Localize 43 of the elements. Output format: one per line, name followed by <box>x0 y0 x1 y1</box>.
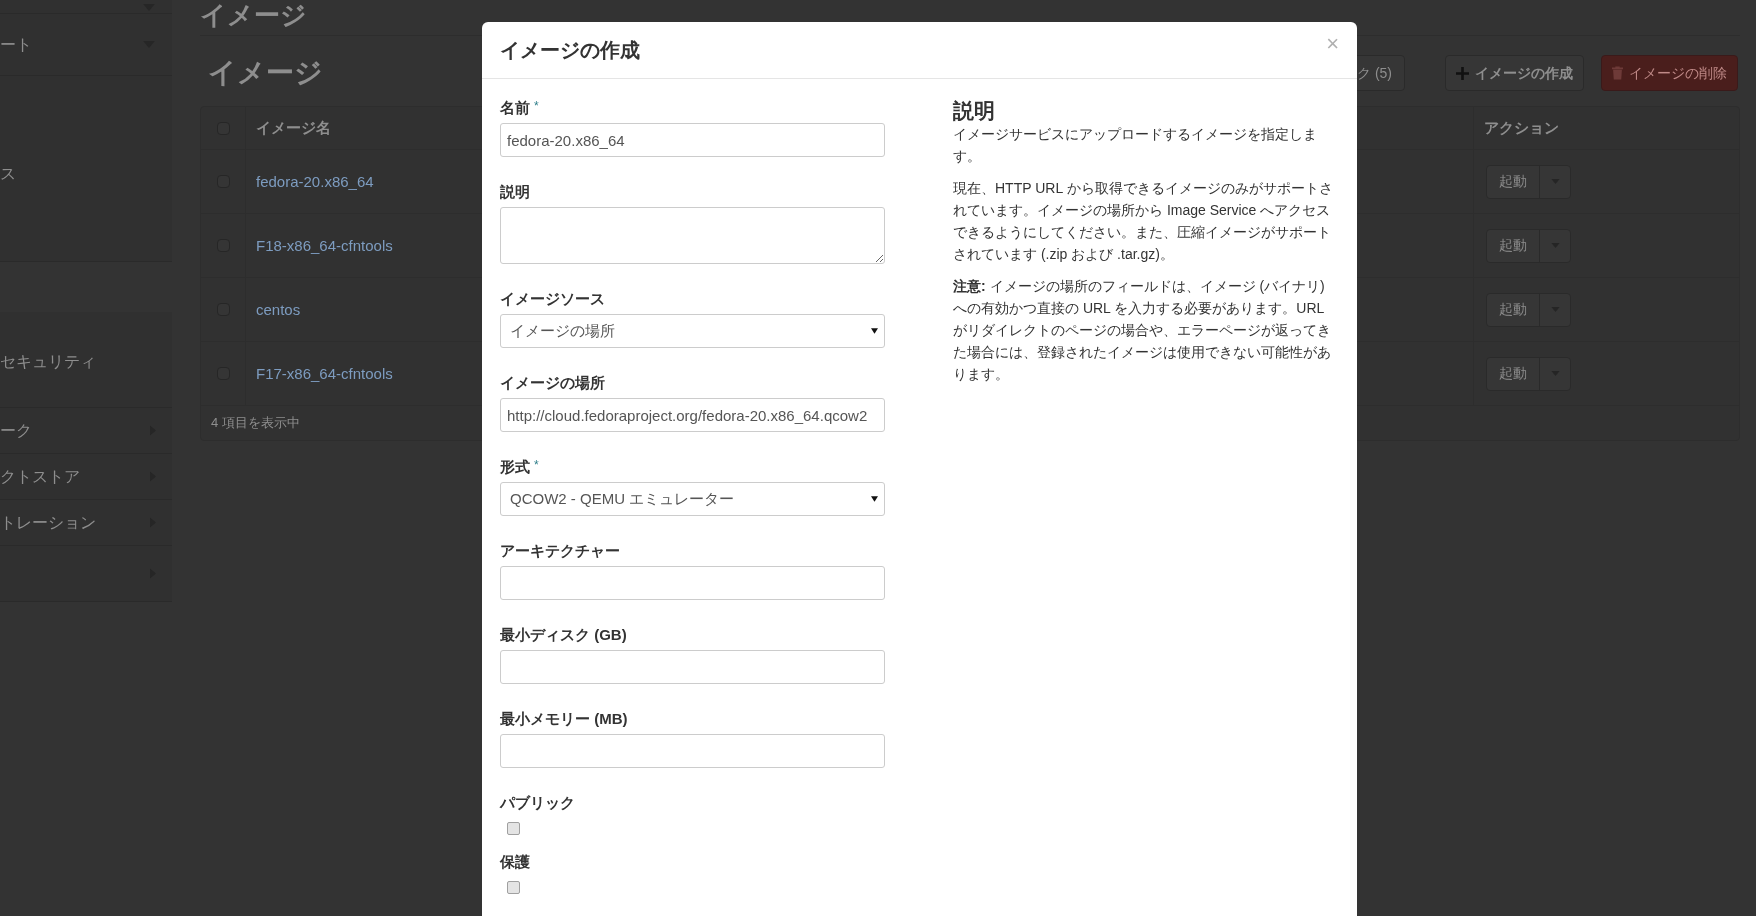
required-asterisk: * <box>534 98 539 115</box>
image-name-link[interactable]: F18-x86_64-cfntools <box>256 236 393 254</box>
field-label: 最小メモリー (MB) <box>500 709 628 729</box>
close-button[interactable]: × <box>1326 33 1339 55</box>
field-label: アーキテクチャー <box>500 541 620 561</box>
field-label: イメージの場所 <box>500 373 605 393</box>
section-heading: イメージ <box>208 56 323 90</box>
checkbox[interactable] <box>507 881 520 894</box>
field-label: イメージソース <box>500 289 605 309</box>
field-label: 説明 <box>500 182 530 202</box>
create-image-button[interactable]: イメージの作成 <box>1445 55 1584 91</box>
textarea-field[interactable] <box>500 207 885 264</box>
field-label: 形式 <box>500 457 530 477</box>
checkbox[interactable] <box>507 822 520 835</box>
field-label: パブリック <box>500 793 575 813</box>
input-field[interactable]: http://cloud.fedoraproject.org/fedora-20.x86_64.qcow2 <box>500 398 885 432</box>
plus-icon <box>1456 66 1469 80</box>
input-field[interactable] <box>500 734 885 768</box>
help-paragraph: イメージサービスにアップロードするイメージを指定します。 <box>953 125 1318 166</box>
delete-image-button[interactable]: イメージの削除 <box>1601 55 1738 91</box>
help-paragraph: 注意: イメージの場所のフィールドは、イメージ (バイナリ) への有効かつ直接の URL を入力する必要があります。URL がリダイレクトのページの場合や、エラーページが返ってきた場合には、登録されたイメージは使用できない可能性があります。 <box>953 277 1332 384</box>
select-field[interactable]: QCOW2 - QEMU エミュレーター <box>500 482 885 516</box>
trash-icon <box>1612 66 1623 80</box>
caret-down-icon <box>871 496 878 502</box>
column-header: イメージ名 <box>256 119 331 136</box>
page-title: イメージ <box>200 0 307 30</box>
required-asterisk: * <box>534 457 539 474</box>
modal-title: イメージの作成 <box>500 38 640 63</box>
help-heading: 説明 <box>953 99 996 123</box>
field-label: 最小ディスク (GB) <box>500 625 627 645</box>
image-name-link[interactable]: F17-x86_64-cfntools <box>256 364 393 382</box>
field-label: 名前 <box>500 98 530 118</box>
caret-down-icon <box>871 328 878 334</box>
input-field[interactable] <box>500 650 885 684</box>
image-name-link[interactable]: centos <box>256 300 301 318</box>
image-name-link[interactable]: fedora-20.x86_64 <box>256 172 374 190</box>
field-label: 保護 <box>500 852 530 872</box>
select-field[interactable]: イメージの場所 <box>500 314 885 348</box>
help-paragraph: 現在、HTTP URL から取得できるイメージのみがサポートされています。イメージの場所から Image Service へアクセスできるようにしてください。また、圧縮イメージがサポートされています (.zip および .tar.gz)。 <box>953 179 1334 264</box>
column-header: アクション <box>1484 117 1559 138</box>
item-count: 4 項目を表示中 <box>211 414 300 433</box>
input-field[interactable] <box>500 566 885 600</box>
input-field[interactable]: fedora-20.x86_64 <box>500 123 885 157</box>
